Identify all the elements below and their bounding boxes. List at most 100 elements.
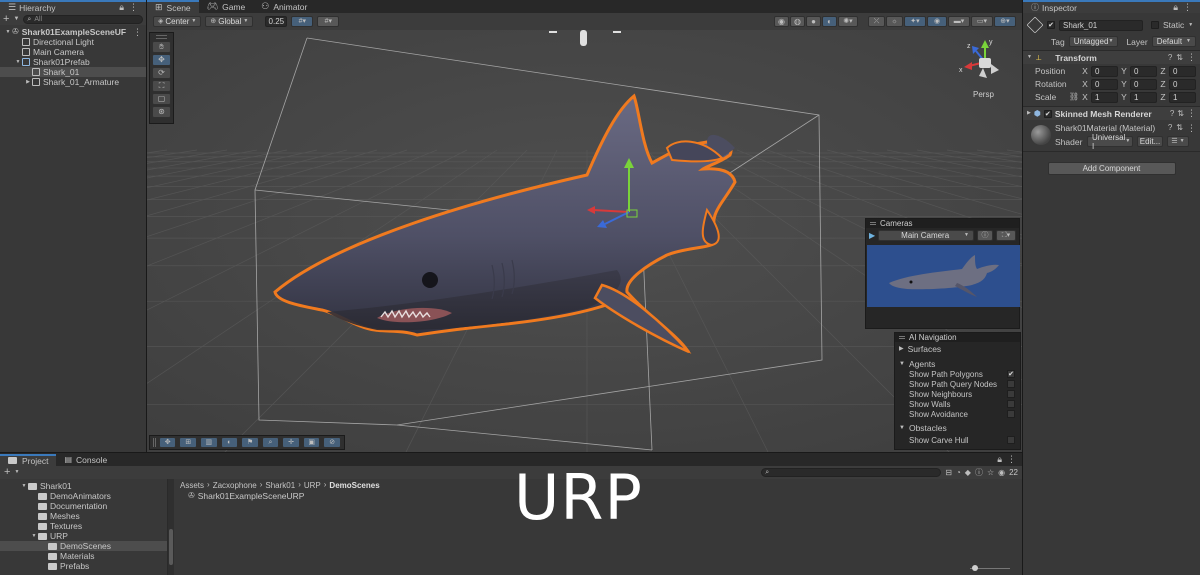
project-folder-item[interactable]: ▼ Shark01: [0, 481, 167, 491]
breadcrumb-item[interactable]: Assets: [180, 481, 204, 490]
cameras-overlay-header[interactable]: Cameras: [866, 219, 1019, 228]
scene-viewport[interactable]: y x z Persp ✋︎ ✥ ⟳ ⛶ ▢ ⊛ ✥ ⊞ ▥ ◐ ⚑ ⌕ ✛ ▣…: [147, 30, 1022, 452]
path-tool-8[interactable]: ▣: [302, 437, 321, 448]
object-name-field[interactable]: Shark_01: [1059, 19, 1143, 31]
tab-hierarchy[interactable]: ☰ Hierarchy 🔒︎ ⋮: [0, 0, 146, 13]
lock-icon[interactable]: 🔒︎: [997, 455, 1002, 464]
edit-shader-button[interactable]: Edit...: [1137, 136, 1163, 147]
project-folder-item[interactable]: ▼Textures: [0, 521, 167, 531]
project-folder-item[interactable]: ▼ URP: [0, 531, 167, 541]
chevron-down-icon[interactable]: ▼: [14, 470, 19, 475]
more-menu-icon[interactable]: ⋮: [1187, 53, 1196, 62]
scale-z-field[interactable]: 1: [1169, 91, 1196, 103]
path-tool-3[interactable]: ▥: [200, 437, 218, 448]
path-tool-1[interactable]: ✥: [158, 437, 177, 448]
path-tool-5[interactable]: ⚑: [241, 437, 259, 448]
gizmos-dropdown[interactable]: ⊕▾: [994, 16, 1016, 27]
rotation-z-field[interactable]: 0: [1169, 78, 1196, 90]
hidden-count-icon[interactable]: ◉: [998, 468, 1005, 477]
shading-dropdown[interactable]: ✺▾: [838, 16, 858, 27]
hierarchy-item[interactable]: ▶Main Camera: [0, 47, 146, 57]
project-folder-item[interactable]: ▼Documentation: [0, 501, 167, 511]
hierarchy-item[interactable]: ▼ ✇ Shark01ExampleSceneUF ⋮: [0, 27, 146, 37]
help-icon[interactable]: ?: [1168, 124, 1172, 132]
more-menu-icon[interactable]: ⋮: [1187, 123, 1196, 133]
more-menu-icon[interactable]: ⋮: [1183, 3, 1192, 12]
project-folder-item[interactable]: ▼DemoAnimators: [0, 491, 167, 501]
nav-option-checkbox[interactable]: ✔: [1007, 370, 1015, 378]
hidden-objects-toggle[interactable]: ◉: [927, 16, 947, 27]
nav-option-checkbox[interactable]: [1007, 380, 1015, 388]
camera-options-button[interactable]: ⛶▾: [996, 230, 1016, 241]
view-options-dropdown[interactable]: ▭▾: [971, 16, 993, 27]
zoom-slider-handle[interactable]: [972, 565, 978, 571]
shader-dropdown[interactable]: Universal I ▼: [1087, 133, 1133, 151]
breadcrumb-item[interactable]: Shark01: [265, 481, 295, 490]
chevron-down-icon[interactable]: ▼: [13, 16, 19, 22]
pivot-dropdown[interactable]: ◈ Center ▼: [153, 16, 202, 27]
tab-inspector[interactable]: ⓘ Inspector 🔒︎ ⋮: [1023, 0, 1200, 13]
project-folder-item[interactable]: ▼DemoScenes: [0, 541, 167, 551]
breadcrumb-item[interactable]: URP: [304, 481, 321, 490]
path-tool-7[interactable]: ✛: [282, 437, 300, 448]
nav-option-checkbox[interactable]: [1007, 436, 1015, 444]
help-icon[interactable]: ?: [1168, 53, 1172, 62]
chevron-down-icon[interactable]: ▼: [4, 29, 12, 35]
project-folder-item[interactable]: ▼Meshes: [0, 511, 167, 521]
snap-increment-field[interactable]: 0.25: [265, 16, 288, 27]
rotation-x-field[interactable]: 0: [1091, 78, 1118, 90]
nav-option-checkbox[interactable]: [1007, 400, 1015, 408]
renderer-header[interactable]: ▶ ⬢ ✔ Skinned Mesh Renderer ? ⇅ ⋮: [1023, 107, 1200, 120]
project-folder-item[interactable]: ▼Materials: [0, 551, 167, 561]
link-icon[interactable]: ⛓: [1069, 93, 1079, 101]
lock-icon[interactable]: 🔒︎: [1173, 3, 1178, 12]
camera-info-button[interactable]: ⓘ: [977, 230, 993, 241]
wireframe-button[interactable]: ◍: [790, 16, 805, 27]
search-filter-icon[interactable]: ⊟: [945, 468, 952, 477]
surfaces-foldout[interactable]: ▶ Surfaces: [895, 344, 1020, 354]
static-checkbox[interactable]: [1151, 21, 1159, 29]
renderer-enabled-checkbox[interactable]: ✔: [1043, 109, 1052, 118]
hierarchy-search-input[interactable]: ⌕ All: [23, 14, 143, 24]
scale-y-field[interactable]: 1: [1130, 91, 1157, 103]
effects-dropdown[interactable]: ✦▾: [904, 16, 926, 27]
agents-foldout[interactable]: ▼ Agents: [895, 359, 1020, 369]
view-tool-button[interactable]: ✋︎: [152, 41, 171, 53]
more-menu-icon[interactable]: ⋮: [129, 3, 138, 12]
ai-navigation-header[interactable]: AI Navigation: [895, 333, 1020, 342]
active-checkbox[interactable]: ✔: [1047, 21, 1055, 29]
nav-option-checkbox[interactable]: [1007, 410, 1015, 418]
camera-settings-dropdown[interactable]: ▬▾: [948, 16, 970, 27]
chevron-down-icon[interactable]: ▼: [14, 59, 22, 65]
position-z-field[interactable]: 0: [1169, 65, 1196, 77]
hierarchy-item[interactable]: ▶Shark_01: [0, 67, 146, 77]
project-folder-item[interactable]: ▼Prefabs: [0, 561, 167, 571]
space-dropdown[interactable]: ⊕ Global ▼: [205, 16, 254, 27]
tab-console[interactable]: ▤ Console: [56, 454, 116, 465]
path-tool-2[interactable]: ⊞: [179, 437, 198, 448]
camera-select-dropdown[interactable]: Main Camera ▼: [878, 230, 974, 241]
nav-option-checkbox[interactable]: [1007, 390, 1015, 398]
chevron-down-icon[interactable]: ▼: [1188, 22, 1193, 28]
breadcrumb-item[interactable]: DemoScenes: [329, 481, 379, 490]
path-tool-9[interactable]: ⊘: [323, 437, 341, 448]
more-menu-icon[interactable]: ⋮: [1007, 455, 1016, 464]
project-search-input[interactable]: ⌕: [761, 468, 942, 477]
grid-visibility-button[interactable]: #▾: [317, 16, 340, 27]
lock-icon[interactable]: 🔒︎: [119, 3, 124, 12]
rect-tool-button[interactable]: ▢: [152, 93, 171, 105]
more-menu-icon[interactable]: ⋮: [133, 27, 142, 37]
log-info-icon[interactable]: ⓘ: [975, 468, 983, 477]
grid-snap-button[interactable]: #▾: [291, 16, 314, 27]
more-menu-icon[interactable]: ⋮: [1187, 109, 1196, 118]
help-icon[interactable]: ?: [1170, 109, 1174, 118]
draw-mode-button[interactable]: ◉: [774, 16, 789, 27]
hierarchy-item[interactable]: ▶Directional Light: [0, 37, 146, 47]
tab-animator[interactable]: ⚇ Animator: [253, 0, 316, 13]
chevron-down-icon[interactable]: ▼: [30, 533, 38, 539]
chevron-down-icon[interactable]: ▼: [20, 483, 28, 489]
lighting-toggle[interactable]: ☼: [886, 16, 903, 27]
breadcrumb-item[interactable]: Zacxophone: [213, 481, 257, 490]
preset-icon[interactable]: ⇅: [1177, 109, 1184, 118]
path-tool-4[interactable]: ◐: [220, 437, 239, 448]
